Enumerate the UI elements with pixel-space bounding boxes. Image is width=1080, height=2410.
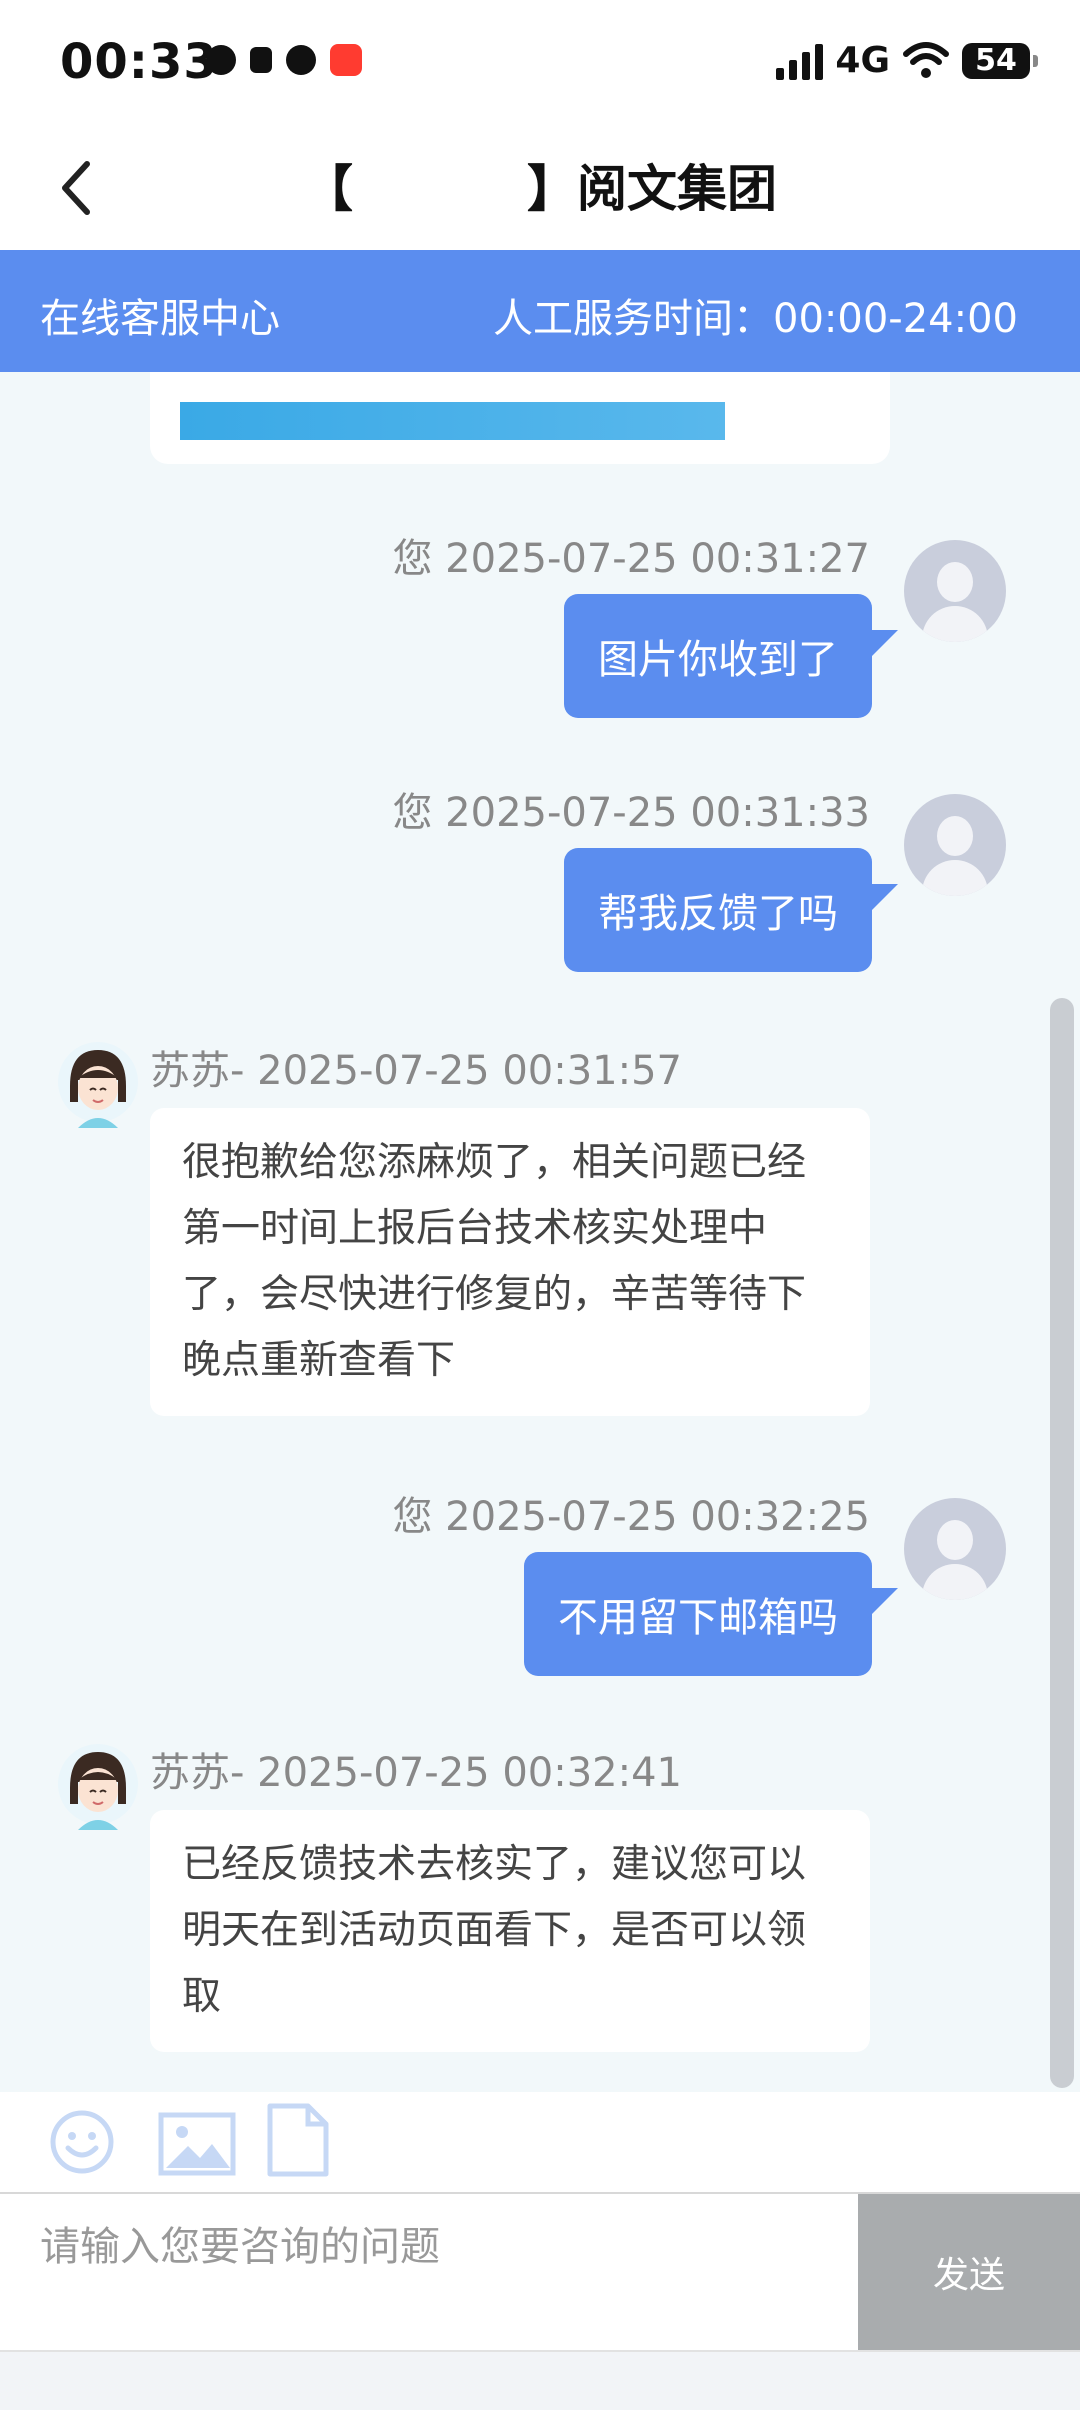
status-right: 4G 54 xyxy=(776,40,1038,81)
image-thumbnail[interactable] xyxy=(180,402,725,440)
composer: 发送 xyxy=(0,2194,1080,2350)
notification-icons xyxy=(206,44,362,76)
battery-icon: 54 xyxy=(962,42,1038,79)
battery-level: 54 xyxy=(975,43,1017,78)
message-meta: 您 2025-07-25 00:32:25 xyxy=(392,1494,870,1540)
chat-area[interactable]: 您 2025-07-25 00:31:27 图片你收到了 您 2025-07-2… xyxy=(0,372,1080,2092)
service-center-label: 在线客服中心 xyxy=(40,296,280,342)
message-meta: 苏苏- 2025-07-25 00:31:57 xyxy=(150,1048,682,1094)
status-time: 00:33 xyxy=(60,34,218,90)
message-bubble-in[interactable]: 很抱歉给您添麻烦了，相关问题已经第一时间上报后台技术核实处理中了，会尽快进行修复… xyxy=(150,1108,870,1416)
service-header: 在线客服中心 人工服务时间：00:00-24:00 xyxy=(0,250,1080,372)
nav-bar: 【 】阅文集团 xyxy=(0,125,1080,250)
image-message-card[interactable] xyxy=(150,372,890,464)
send-button[interactable]: 发送 xyxy=(858,2194,1080,2350)
user-avatar xyxy=(904,794,1006,896)
wifi-icon xyxy=(903,41,949,78)
message-icon xyxy=(286,45,316,75)
signal-icon xyxy=(776,42,824,80)
composer-toolbar xyxy=(0,2092,1080,2194)
taobao-icon xyxy=(330,44,362,76)
service-hours-label: 人工服务时间：00:00-24:00 xyxy=(493,296,1018,342)
emoji-icon[interactable] xyxy=(48,2108,116,2176)
chat-scrollbar[interactable] xyxy=(1050,998,1074,2088)
user-avatar xyxy=(904,1498,1006,1600)
message-bubble-out[interactable]: 图片你收到了 xyxy=(564,594,898,718)
network-type: 4G xyxy=(835,40,890,81)
message-bubble-out[interactable]: 帮我反馈了吗 xyxy=(564,848,898,972)
user-avatar xyxy=(904,540,1006,642)
agent-avatar xyxy=(58,1042,138,1128)
agent-avatar xyxy=(58,1744,138,1830)
bottom-safe-area xyxy=(0,2350,1080,2410)
wechat-icon xyxy=(206,45,236,75)
file-icon[interactable] xyxy=(266,2102,330,2178)
message-meta: 您 2025-07-25 00:31:27 xyxy=(392,536,870,582)
message-bubble-out[interactable]: 不用留下邮箱吗 xyxy=(524,1552,898,1676)
status-bar: 00:33 4G 54 xyxy=(0,0,1080,125)
message-meta: 苏苏- 2025-07-25 00:32:41 xyxy=(150,1750,682,1796)
message-input[interactable] xyxy=(0,2194,856,2350)
message-meta: 您 2025-07-25 00:31:33 xyxy=(392,790,870,836)
image-icon[interactable] xyxy=(158,2112,236,2176)
cat-icon xyxy=(250,47,272,73)
page-title: 【 】阅文集团 xyxy=(302,160,778,218)
message-bubble-in[interactable]: 已经反馈技术去核实了，建议您可以明天在到活动页面看下，是否可以领取 xyxy=(150,1810,870,2052)
